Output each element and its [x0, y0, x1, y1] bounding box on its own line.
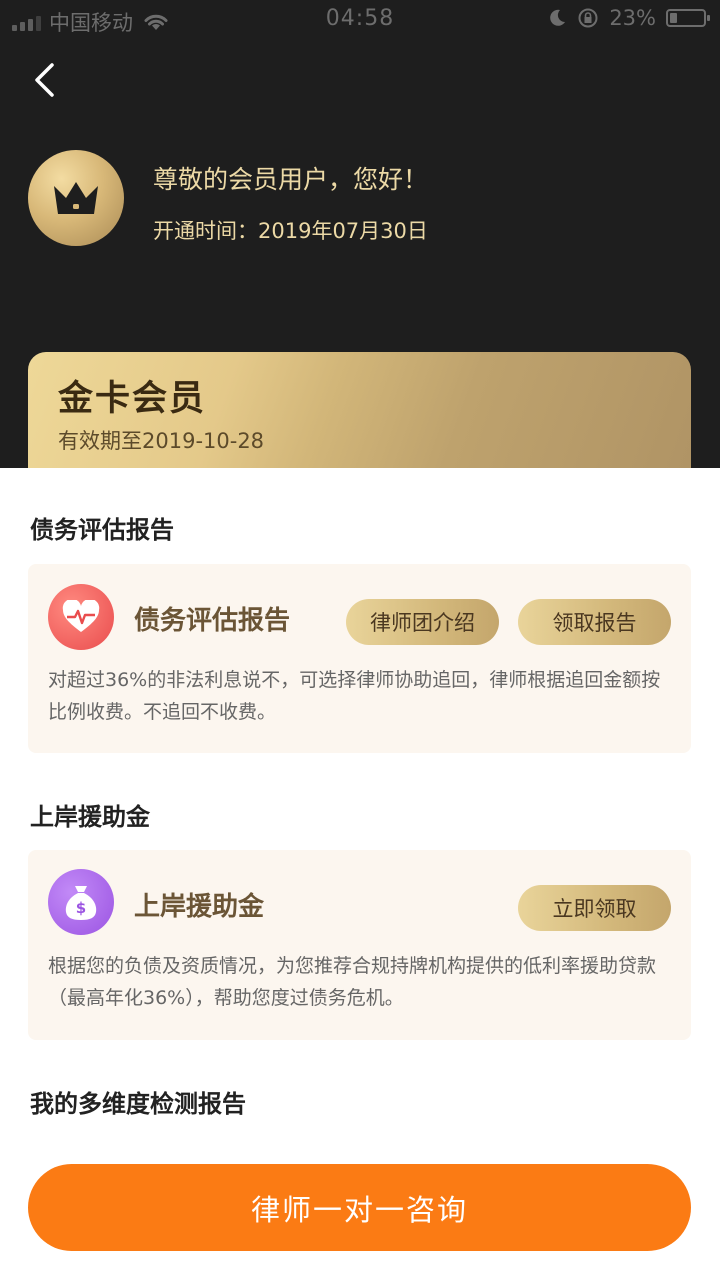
svg-text:$: $	[76, 899, 86, 917]
status-bar: 中国移动 04:58 23%	[0, 0, 720, 40]
battery-icon	[666, 9, 710, 27]
gold-member-card: 金卡会员 有效期至2019-10-28	[28, 352, 691, 468]
claim-now-button[interactable]: 立即领取	[518, 885, 671, 931]
lawyer-consult-button[interactable]: 律师一对一咨询	[28, 1164, 691, 1251]
aid-section-title: 上岸援助金	[30, 803, 150, 831]
card-title: 金卡会员	[58, 379, 207, 419]
debt-panel: 债务评估报告 律师团介绍 领取报告 对超过36%的非法利息说不，可选择律师协助追…	[28, 564, 691, 753]
money-bag-icon: $	[48, 869, 114, 935]
battery-percent: 23%	[609, 6, 656, 30]
report-section-title: 我的多维度检测报告	[30, 1090, 246, 1118]
member-avatar	[28, 150, 124, 246]
get-report-button[interactable]: 领取报告	[518, 599, 671, 645]
aid-panel: $ 上岸援助金 立即领取 根据您的负债及资质情况，为您推荐合规持牌机构提供的低利…	[28, 850, 691, 1040]
moon-icon	[550, 9, 566, 26]
rotation-lock-icon	[578, 8, 598, 28]
card-validity: 有效期至2019-10-28	[58, 429, 265, 453]
debt-panel-desc: 对超过36%的非法利息说不，可选择律师协助追回，律师根据追回金额按比例收费。不追…	[48, 669, 661, 723]
lawyer-team-button[interactable]: 律师团介绍	[346, 599, 499, 645]
greeting-text: 尊敬的会员用户，您好！	[153, 165, 429, 194]
heartbeat-icon	[48, 584, 114, 650]
debt-panel-name: 债务评估报告	[134, 606, 291, 636]
debt-section-title: 债务评估报告	[30, 516, 174, 544]
crown-icon	[54, 182, 98, 214]
status-right: 23%	[547, 6, 710, 30]
aid-panel-name: 上岸援助金	[134, 892, 265, 922]
aid-panel-desc: 根据您的负债及资质情况，为您推荐合规持牌机构提供的低利率援助贷款（最高年化36%…	[48, 955, 657, 1009]
open-time-text: 开通时间：2019年07月30日	[153, 219, 428, 243]
back-arrow-icon[interactable]	[30, 62, 62, 98]
battery-fill	[670, 13, 677, 23]
